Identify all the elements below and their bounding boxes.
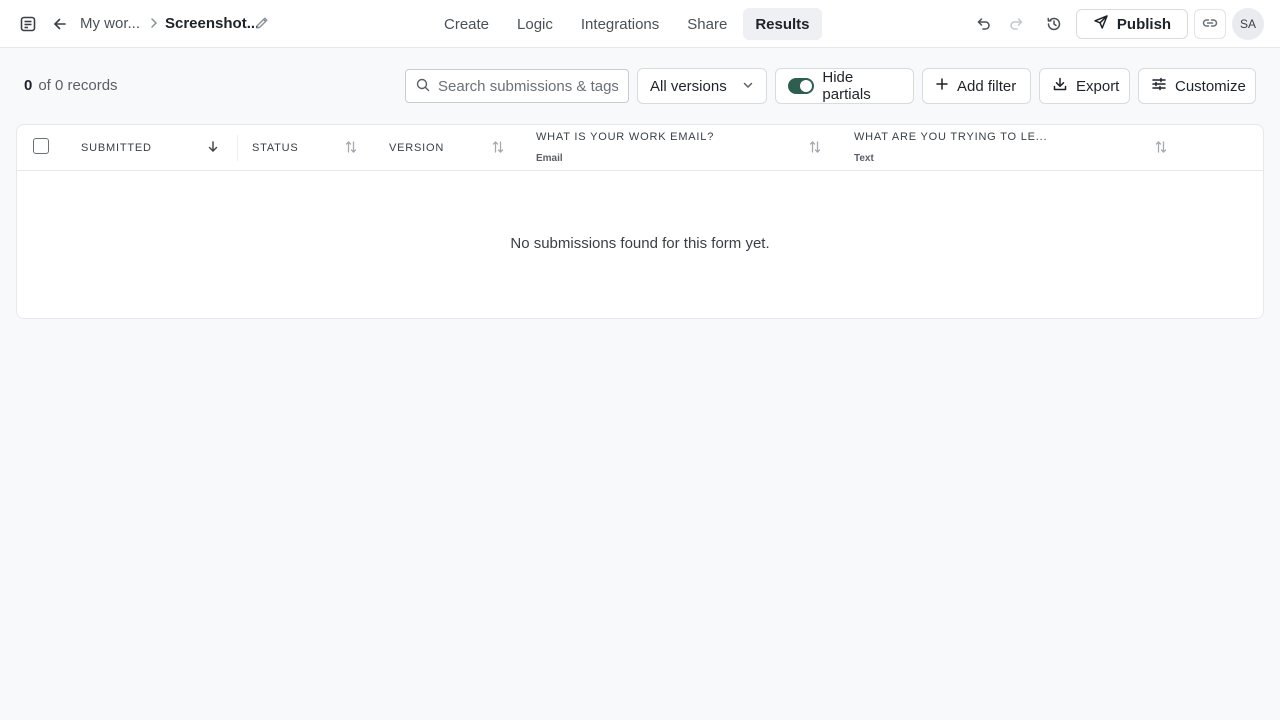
sliders-icon	[1151, 76, 1167, 96]
copy-link-button[interactable]	[1194, 9, 1226, 39]
tab-integrations[interactable]: Integrations	[569, 8, 671, 40]
column-label: WHAT IS YOUR WORK EMAIL?	[536, 131, 715, 143]
column-header-trying-to-learn[interactable]: WHAT ARE YOU TRYING TO LE... Text	[854, 125, 1174, 171]
publish-label: Publish	[1116, 15, 1172, 33]
column-label: STATUS	[252, 142, 299, 154]
top-bar: My wor... Screenshot... Create Logic Int…	[0, 0, 1280, 48]
export-label: Export	[1076, 77, 1120, 95]
breadcrumb-parent[interactable]: My wor...	[80, 15, 140, 32]
column-header-version[interactable]: VERSION	[389, 125, 519, 171]
main-nav: Create Logic Integrations Share Results	[432, 8, 822, 40]
record-count-suffix: of 0 records	[38, 77, 118, 94]
column-header-submitted[interactable]: SUBMITTED	[81, 125, 237, 171]
plus-icon	[935, 77, 949, 95]
link-icon	[1202, 15, 1218, 34]
chevron-down-icon	[742, 78, 754, 95]
breadcrumb-current: Screenshot...	[165, 15, 260, 32]
history-icon[interactable]	[1040, 10, 1068, 38]
empty-state-message: No submissions found for this form yet.	[510, 235, 770, 252]
tab-share[interactable]: Share	[675, 8, 739, 40]
column-label: WHAT ARE YOU TRYING TO LE...	[854, 131, 1048, 143]
select-all-checkbox[interactable]	[33, 138, 49, 154]
search-input[interactable]	[438, 77, 618, 95]
toggle-switch[interactable]	[788, 78, 815, 94]
hide-partials-toggle[interactable]: Hide partials	[775, 68, 914, 104]
download-icon	[1052, 76, 1068, 96]
tab-results[interactable]: Results	[743, 8, 822, 40]
sort-icon[interactable]	[345, 140, 357, 157]
customize-button[interactable]: Customize	[1138, 68, 1256, 104]
add-filter-button[interactable]: Add filter	[922, 68, 1031, 104]
search-box	[405, 69, 629, 103]
column-label: SUBMITTED	[81, 142, 152, 154]
submissions-table: SUBMITTED STATUS VERSION WHAT IS YOUR WO…	[16, 124, 1264, 319]
add-filter-label: Add filter	[957, 77, 1017, 95]
chevron-right-icon	[148, 16, 160, 33]
publish-button[interactable]: Publish	[1076, 9, 1188, 39]
tab-create[interactable]: Create	[432, 8, 501, 40]
hide-partials-label: Hide partials	[822, 69, 871, 103]
record-count: 0 of 0 records	[24, 77, 118, 94]
search-icon	[416, 78, 430, 95]
sort-icon[interactable]	[492, 140, 504, 157]
sort-icon[interactable]	[809, 140, 821, 157]
column-type: Text	[854, 153, 874, 164]
sort-desc-icon[interactable]	[207, 140, 219, 157]
table-header: SUBMITTED STATUS VERSION WHAT IS YOUR WO…	[17, 125, 1263, 171]
record-count-value: 0	[24, 77, 33, 94]
redo-icon[interactable]	[1002, 10, 1030, 38]
versions-select[interactable]: All versions	[637, 68, 767, 104]
undo-icon[interactable]	[970, 10, 998, 38]
column-label: VERSION	[389, 142, 445, 154]
column-header-work-email[interactable]: WHAT IS YOUR WORK EMAIL? Email	[536, 125, 826, 171]
pencil-icon[interactable]	[254, 15, 270, 34]
back-arrow-icon[interactable]	[46, 10, 74, 38]
customize-label: Customize	[1175, 77, 1246, 95]
tab-logic[interactable]: Logic	[505, 8, 565, 40]
send-icon	[1093, 14, 1109, 34]
versions-label: All versions	[650, 77, 727, 95]
column-type: Email	[536, 153, 563, 164]
form-icon[interactable]	[14, 10, 42, 38]
column-divider	[237, 135, 238, 161]
export-button[interactable]: Export	[1039, 68, 1130, 104]
sort-icon[interactable]	[1155, 140, 1167, 157]
avatar[interactable]: SA	[1232, 8, 1264, 40]
column-header-status[interactable]: STATUS	[252, 125, 372, 171]
